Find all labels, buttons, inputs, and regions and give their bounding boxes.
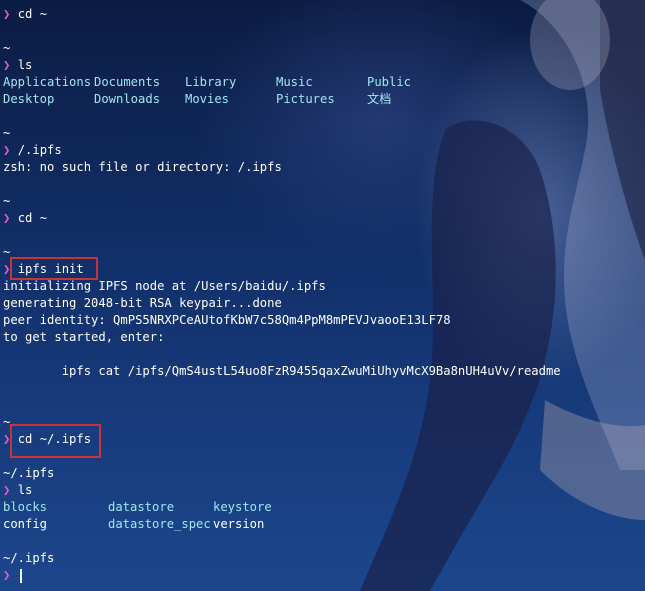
command-text: ls bbox=[17, 58, 33, 72]
directory-entry: blocks bbox=[3, 500, 48, 514]
text-cursor[interactable] bbox=[19, 568, 22, 583]
directory-entry: datastore_spec bbox=[108, 517, 211, 531]
directory-entry: Downloads bbox=[94, 92, 161, 106]
directory-entry: config bbox=[3, 517, 48, 531]
command-text: cd ~ bbox=[17, 211, 48, 225]
command-line: ❯ cd ~ bbox=[3, 6, 47, 23]
command-text: cd ~ bbox=[17, 7, 48, 21]
prompt-chevron-icon: ❯ bbox=[3, 568, 18, 582]
directory-entry: Pictures bbox=[276, 92, 335, 106]
command-text: /.ipfs bbox=[17, 143, 62, 157]
output-line: zsh: no such file or directory: /.ipfs bbox=[3, 160, 282, 174]
prompt-chevron-icon: ❯ bbox=[3, 211, 18, 225]
prompt-chevron-icon: ❯ bbox=[3, 58, 18, 72]
directory-entry: Movies bbox=[185, 92, 230, 106]
directory-entry: keystore bbox=[213, 500, 272, 514]
command-text: ls bbox=[17, 483, 33, 497]
directory-entry: Documents bbox=[94, 75, 161, 89]
directory-entry: Desktop bbox=[3, 92, 55, 106]
command-line: ❯ ls bbox=[3, 482, 32, 499]
cwd-line: ~ bbox=[3, 41, 11, 55]
output-line: ipfs cat /ipfs/QmS4ustL54uo8FzR9455qaxZw… bbox=[3, 364, 561, 378]
directory-entry: Applications bbox=[3, 75, 92, 89]
directory-entry: Music bbox=[276, 75, 313, 89]
command-line: ❯ /.ipfs bbox=[3, 142, 62, 159]
directory-entry: 文档 bbox=[367, 92, 392, 106]
cwd-line: ~/.ipfs bbox=[3, 466, 55, 480]
directory-entry: Public bbox=[367, 75, 412, 89]
cwd-line: ~/.ipfs bbox=[3, 551, 55, 565]
command-line: ❯ ls bbox=[3, 57, 32, 74]
output-line: initializing IPFS node at /Users/baidu/.… bbox=[3, 279, 326, 293]
directory-entry: version bbox=[213, 517, 265, 531]
output-line: peer identity: QmPS5NRXPCeAUtofKbW7c58Qm… bbox=[3, 313, 451, 327]
directory-entry: datastore bbox=[108, 500, 175, 514]
active-prompt: ❯ bbox=[3, 567, 22, 584]
prompt-chevron-icon: ❯ bbox=[3, 7, 18, 21]
output-line: to get started, enter: bbox=[3, 330, 165, 344]
highlight-ipfs-init bbox=[10, 257, 98, 280]
terminal-window[interactable]: ❯ cd ~ ~ ❯ ls Applications Documents Library M… bbox=[0, 0, 645, 591]
highlight-cd-ipfs bbox=[10, 424, 101, 458]
output-line: generating 2048-bit RSA keypair...done bbox=[3, 296, 282, 310]
prompt-chevron-icon: ❯ bbox=[3, 483, 18, 497]
cwd-line: ~ bbox=[3, 126, 11, 140]
prompt-chevron-icon: ❯ bbox=[3, 143, 18, 157]
directory-entry: Library bbox=[185, 75, 237, 89]
cwd-line: ~ bbox=[3, 194, 11, 208]
command-line: ❯ cd ~ bbox=[3, 210, 47, 227]
